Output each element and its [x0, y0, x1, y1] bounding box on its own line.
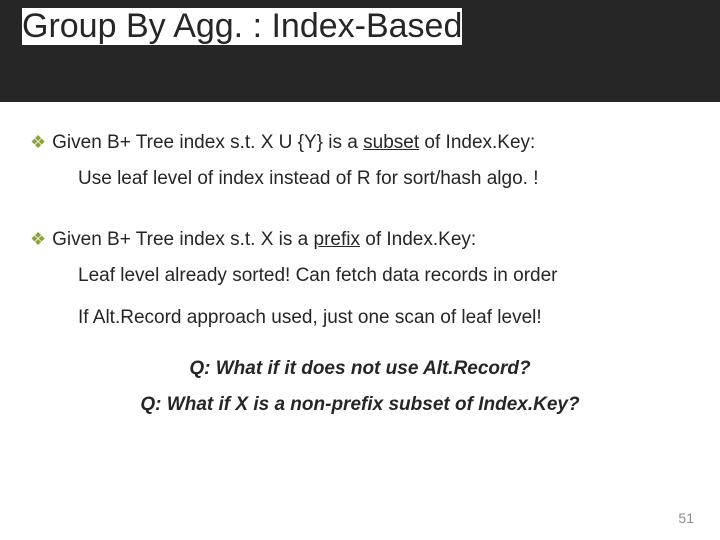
question-2: Q: What if X is a non-prefix subset of I… — [30, 392, 690, 418]
bullet-glyph-icon: ❖ — [30, 130, 46, 155]
sub-1: Use leaf level of index instead of R for… — [78, 166, 690, 192]
slide-container: Group By Agg. : Index-Based ❖ Given B+ T… — [0, 0, 720, 540]
spacer — [30, 340, 690, 346]
sub-2b: If Alt.Record approach used, just one sc… — [78, 305, 690, 331]
bullet-1-underlined: subset — [363, 132, 419, 153]
bullet-1-text: Given B+ Tree index s.t. X U {Y} is a su… — [52, 130, 535, 156]
bullet-2-post: of Index.Key: — [360, 229, 476, 250]
slide-content: ❖ Given B+ Tree index s.t. X U {Y} is a … — [30, 130, 690, 427]
bullet-glyph-icon: ❖ — [30, 227, 46, 252]
bullet-2-text: Given B+ Tree index s.t. X is a prefix o… — [52, 227, 476, 253]
bullet-1: ❖ Given B+ Tree index s.t. X U {Y} is a … — [30, 130, 690, 156]
bullet-2-underlined: prefix — [314, 229, 360, 250]
slide-title: Group By Agg. : Index-Based — [22, 8, 462, 45]
sub-2a: Leaf level already sorted! Can fetch dat… — [78, 263, 690, 289]
page-number: 51 — [678, 510, 694, 526]
question-1: Q: What if it does not use Alt.Record? — [30, 356, 690, 382]
bullet-1-pre: Given B+ Tree index s.t. X U {Y} is a — [52, 132, 363, 153]
bullet-2: ❖ Given B+ Tree index s.t. X is a prefix… — [30, 227, 690, 253]
bullet-1-post: of Index.Key: — [419, 132, 535, 153]
spacer — [30, 201, 690, 227]
bullet-2-pre: Given B+ Tree index s.t. X is a — [52, 229, 313, 250]
